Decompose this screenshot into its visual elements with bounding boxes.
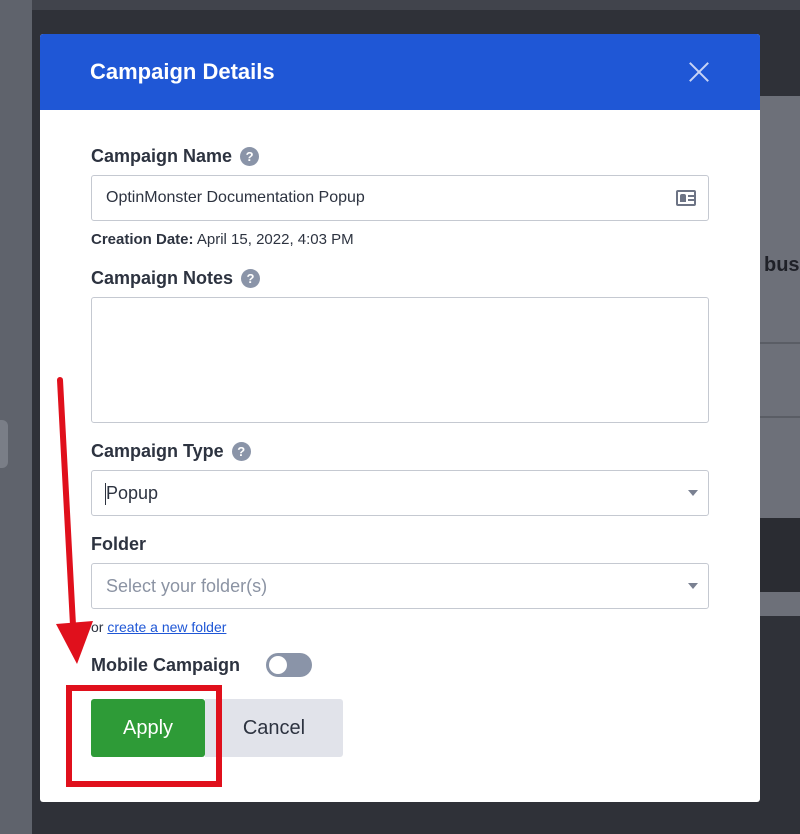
folder-label-text: Folder [91,534,147,554]
annotation-highlight-box [66,685,222,787]
campaign-type-label: Campaign Type ? [91,441,709,462]
campaign-type-label-text: Campaign Type [91,441,224,461]
creation-date: Creation Date: April 15, 2022, 4:03 PM [91,231,709,248]
create-folder-link[interactable]: create a new folder [107,619,226,635]
creation-date-label: Creation Date: [91,231,194,248]
mobile-campaign-row: Mobile Campaign [91,653,709,677]
text-cursor [105,483,106,505]
background-divider [760,342,800,344]
campaign-name-value: OptinMonster Documentation Popup [106,189,365,206]
background-divider [760,416,800,418]
close-icon[interactable] [688,61,710,83]
background-top [32,0,800,10]
help-icon[interactable]: ? [241,269,261,288]
contact-card-icon [676,190,696,206]
folder-placeholder: Select your folder(s) [106,575,268,596]
chevron-down-icon [688,490,698,496]
help-icon[interactable]: ? [231,442,251,461]
folder-label: Folder [91,534,709,555]
modal-body: Campaign Name ? OptinMonster Documentati… [40,110,760,757]
campaign-type-value: Popup [106,482,159,503]
background-partial-text: bus [764,254,800,276]
toggle-knob [269,656,288,674]
or-text: or [91,619,104,635]
mobile-campaign-toggle[interactable] [266,653,313,677]
campaign-notes-textarea[interactable] [91,297,709,423]
background-dark-bar [760,518,800,592]
modal-title: Campaign Details [90,59,275,84]
create-folder-line: or create a new folder [91,619,709,635]
campaign-name-label: Campaign Name ? [91,146,709,167]
background-side-card [0,420,8,468]
folder-select[interactable]: Select your folder(s) [91,563,709,609]
campaign-notes-label: Campaign Notes ? [91,268,709,289]
campaign-name-label-text: Campaign Name [91,146,233,166]
mobile-campaign-label: Mobile Campaign [91,654,241,675]
cancel-button[interactable]: Cancel [205,699,343,757]
background-left [0,0,32,834]
campaign-notes-label-text: Campaign Notes [91,268,234,288]
help-icon[interactable]: ? [240,147,260,166]
campaign-name-input[interactable]: OptinMonster Documentation Popup [91,175,709,221]
modal-header: Campaign Details [40,34,760,110]
creation-date-value: April 15, 2022, 4:03 PM [196,231,354,248]
chevron-down-icon [688,583,698,589]
campaign-type-select[interactable]: Popup [91,470,709,516]
